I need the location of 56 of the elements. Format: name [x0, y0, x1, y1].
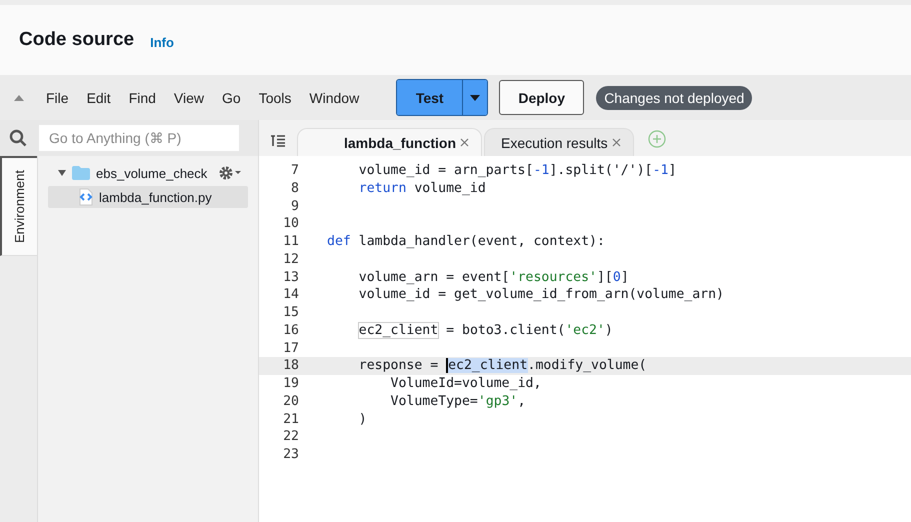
- menu-item[interactable]: Tools: [250, 90, 300, 106]
- collapse-icon[interactable]: [14, 94, 24, 100]
- line-number: 21: [282, 410, 299, 428]
- selected-file-row[interactable]: lambda_function.py: [48, 186, 248, 208]
- code-line: volume_id = get_volume_id_from_arn(volume_arn): [358, 286, 724, 304]
- info-link[interactable]: Info: [150, 34, 174, 50]
- code-line: ): [358, 410, 367, 428]
- line-number: 10: [282, 215, 299, 233]
- editor-tab[interactable]: Execution results: [484, 128, 634, 156]
- status-badge: Changes not deployed: [596, 86, 752, 110]
- editor-tab[interactable]: lambda_function: [297, 128, 482, 156]
- menu-item[interactable]: Find: [120, 90, 165, 106]
- test-dropdown-button[interactable]: [462, 80, 488, 115]
- search-field[interactable]: Go to Anything (⌘ P): [39, 125, 239, 151]
- disclosure-triangle-icon[interactable]: [58, 170, 66, 176]
- tree-row[interactable]: ebs_volume_check: [48, 162, 248, 184]
- line-number: 20: [282, 392, 299, 410]
- folder-icon: [71, 165, 91, 181]
- code-line: ec2_client = boto3.client('ec2'): [358, 322, 613, 340]
- code-file-icon: [78, 188, 94, 206]
- line-number: 7: [290, 162, 299, 180]
- test-button[interactable]: Test: [397, 80, 462, 115]
- code-line: return volume_id: [358, 180, 486, 198]
- menu-item[interactable]: Edit: [78, 90, 120, 106]
- code-line: volume_id = arn_parts[-1].split('/')[-1]: [358, 162, 676, 180]
- line-number: 13: [282, 268, 299, 286]
- line-number: 12: [282, 250, 299, 268]
- menu-item[interactable]: Window: [300, 90, 368, 106]
- list-icon[interactable]: [271, 135, 285, 147]
- deploy-button[interactable]: Deploy: [499, 80, 584, 115]
- line-number: 23: [282, 446, 299, 464]
- line-number: 15: [282, 304, 299, 322]
- settings-icon[interactable]: [218, 165, 242, 181]
- line-number: 8: [290, 180, 299, 198]
- line-number: 18: [282, 357, 299, 375]
- code-line: response = ec2_client.modify_volume(: [358, 357, 647, 375]
- menu-item[interactable]: File: [46, 90, 78, 106]
- code-line: VolumeId=volume_id,: [390, 375, 542, 393]
- line-number: 17: [282, 340, 299, 358]
- line-number: 22: [282, 428, 299, 446]
- tree-item-label: ebs_volume_check: [96, 166, 208, 180]
- code-line: def lambda_handler(event, context):: [326, 233, 605, 251]
- code-line: volume_arn = event['resources'][0]: [358, 268, 629, 286]
- code-line: VolumeType='gp3',: [390, 392, 526, 410]
- menu-item[interactable]: View: [164, 90, 214, 106]
- search-icon[interactable]: [9, 129, 27, 147]
- tree-item-label: lambda_function.py: [99, 190, 212, 204]
- line-number: 19: [282, 375, 299, 393]
- line-number: 9: [290, 198, 299, 216]
- line-number: 11: [282, 233, 299, 251]
- environment-tab[interactable]: Environment: [0, 156, 37, 256]
- caret-icon: [470, 94, 480, 100]
- line-number: 14: [282, 286, 299, 304]
- line-number: 16: [282, 322, 299, 340]
- menu-item[interactable]: Go: [213, 90, 250, 106]
- section-title: Code source: [19, 29, 134, 51]
